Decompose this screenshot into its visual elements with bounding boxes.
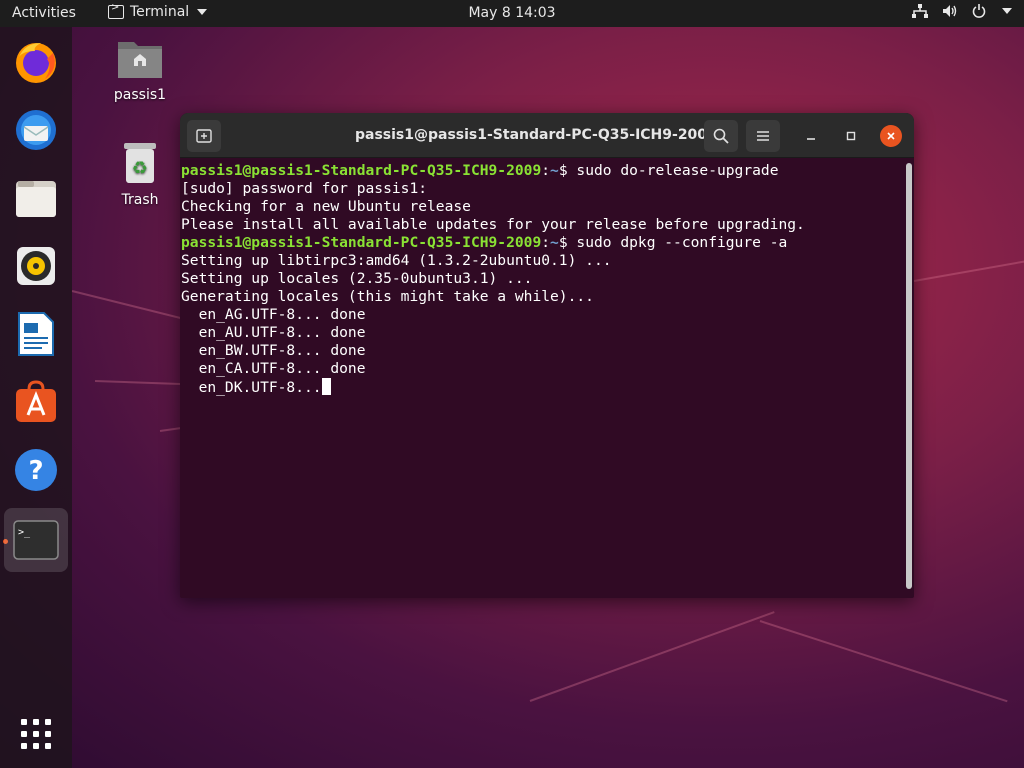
prompt-user: passis1@passis1-Standard-PC-Q35-ICH9-200…	[181, 234, 542, 251]
activities-button[interactable]: Activities	[12, 5, 76, 21]
prompt-path: ~	[550, 234, 559, 251]
svg-text:>_: >_	[18, 527, 31, 538]
dock: ? >_	[0, 27, 72, 768]
current-line: en_DK.UTF-8...	[181, 378, 902, 396]
dock-show-apps[interactable]	[10, 708, 62, 760]
maximize-button[interactable]	[840, 125, 862, 147]
terminal-output[interactable]: passis1@passis1-Standard-PC-Q35-ICH9-200…	[180, 159, 902, 598]
terminal-headerbar[interactable]: passis1@passis1-Standard-PC-Q35-ICH9-200…	[180, 113, 914, 158]
close-button[interactable]	[880, 125, 902, 147]
new-tab-button[interactable]	[187, 120, 221, 152]
dock-help[interactable]: ?	[10, 444, 62, 496]
output-line: Setting up libtirpc3:amd64 (1.3.2-2ubunt…	[181, 252, 612, 269]
terminal-scrollbar[interactable]	[906, 163, 912, 589]
trash-icon: ♻	[124, 143, 156, 183]
desktop-trash[interactable]: ♻ Trash	[105, 141, 175, 208]
caret-down-icon	[197, 9, 208, 15]
system-tray[interactable]	[912, 4, 1012, 18]
rhythmbox-icon	[17, 247, 55, 285]
system-menu-caret-icon	[1002, 8, 1012, 14]
volume-icon	[943, 5, 957, 17]
output-line: en_AG.UTF-8... done	[181, 306, 366, 323]
show-apps-icon	[21, 719, 51, 749]
wallpaper-line	[913, 259, 1024, 282]
command-text: sudo dpkg --configure -a	[576, 234, 788, 251]
desktop-home-folder[interactable]: passis1	[105, 36, 175, 103]
app-menu-label: Terminal	[130, 4, 190, 20]
home-folder-label: passis1	[113, 87, 167, 103]
prompt-line: passis1@passis1-Standard-PC-Q35-ICH9-200…	[181, 162, 779, 179]
svg-text:♻: ♻	[132, 158, 148, 179]
help-icon: ?	[15, 449, 57, 491]
files-icon	[16, 181, 56, 217]
dock-writer[interactable]	[10, 308, 62, 360]
prompt-user: passis1@passis1-Standard-PC-Q35-ICH9-200…	[181, 162, 542, 179]
svg-text:?: ?	[28, 456, 43, 486]
prompt-line: passis1@passis1-Standard-PC-Q35-ICH9-200…	[181, 234, 788, 251]
command-text: sudo do-release-upgrade	[576, 162, 779, 179]
software-icon	[16, 380, 56, 422]
writer-icon	[18, 312, 54, 356]
minimize-button[interactable]	[800, 125, 822, 147]
search-icon	[713, 128, 729, 144]
output-line: en_AU.UTF-8... done	[181, 324, 366, 341]
firefox-icon	[16, 43, 56, 83]
prompt-path: ~	[550, 162, 559, 179]
dock-firefox[interactable]	[10, 36, 62, 88]
close-icon	[887, 132, 895, 140]
network-icon	[912, 4, 928, 18]
current-line-text: en_DK.UTF-8...	[181, 379, 322, 396]
search-button[interactable]	[704, 120, 738, 152]
output-line: en_BW.UTF-8... done	[181, 342, 366, 359]
top-bar: Activities Terminal May 8 14:03	[0, 0, 1024, 27]
output-line: en_CA.UTF-8... done	[181, 360, 366, 377]
home-folder-icon	[118, 42, 162, 78]
app-menu[interactable]: Terminal	[108, 2, 208, 20]
output-line: Please install all available updates for…	[181, 216, 805, 233]
maximize-icon	[846, 131, 856, 141]
wallpaper-line	[529, 611, 775, 702]
terminal-icon: >_	[13, 520, 59, 560]
wallpaper-line	[759, 620, 1008, 703]
power-icon	[972, 4, 986, 18]
dock-terminal[interactable]: >_	[4, 508, 68, 572]
output-line: Setting up locales (2.35-0ubuntu3.1) ...	[181, 270, 533, 287]
dock-rhythmbox[interactable]	[10, 240, 62, 292]
minimize-icon	[807, 138, 815, 140]
dock-software[interactable]	[10, 376, 62, 428]
text-cursor	[321, 378, 331, 395]
hamburger-icon	[757, 131, 769, 141]
dock-thunderbird[interactable]	[10, 104, 62, 156]
terminal-window[interactable]: passis1@passis1-Standard-PC-Q35-ICH9-200…	[180, 113, 914, 598]
menu-button[interactable]	[746, 120, 780, 152]
output-line: Generating locales (this might take a wh…	[181, 288, 594, 305]
thunderbird-icon	[16, 110, 56, 150]
output-line: [sudo] password for passis1:	[181, 180, 428, 197]
output-line: Checking for a new Ubuntu release	[181, 198, 471, 215]
trash-label: Trash	[121, 192, 159, 208]
clock[interactable]: May 8 14:03	[468, 5, 555, 21]
terminal-small-icon	[108, 2, 124, 19]
dock-files[interactable]	[10, 172, 62, 224]
new-tab-icon	[196, 129, 212, 143]
